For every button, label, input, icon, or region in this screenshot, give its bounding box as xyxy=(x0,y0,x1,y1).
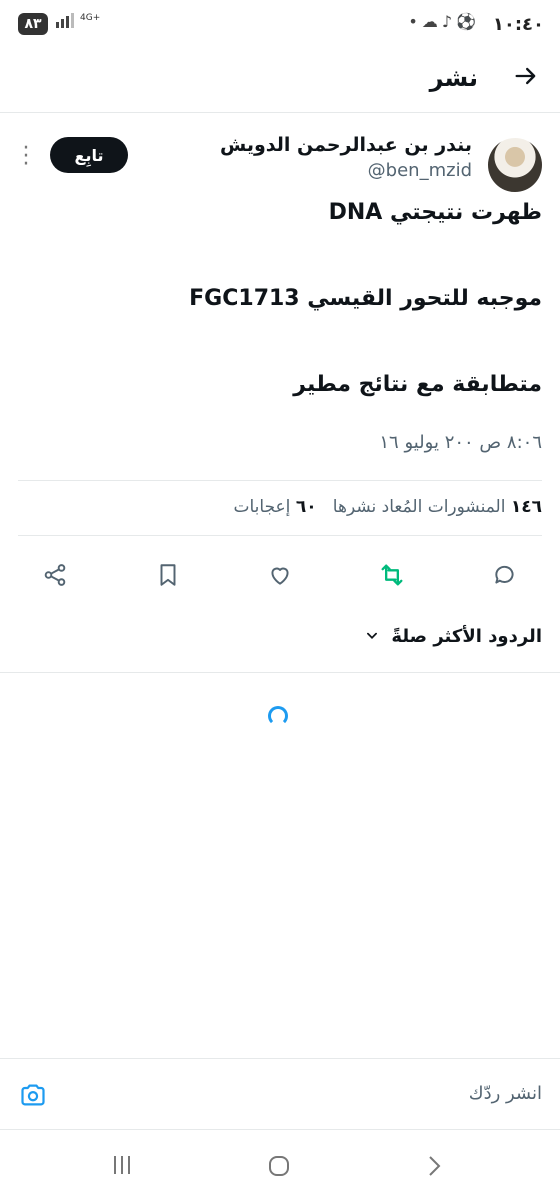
reply-icon[interactable] xyxy=(490,560,520,590)
engagement-stats: ١٤٦ المنشورات المُعاد نشرها ٦٠ إعجابات xyxy=(233,497,542,517)
recent-apps-icon[interactable] xyxy=(110,1154,134,1182)
author-name[interactable]: بندر بن عبدالرحمن الدويش xyxy=(220,134,472,156)
reposts-label: المنشورات المُعاد نشرها xyxy=(332,497,506,517)
top-app-bar: نشر xyxy=(0,50,560,113)
likes-stat[interactable]: ٦٠ إعجابات xyxy=(233,497,316,517)
arrow-right-icon[interactable] xyxy=(512,62,540,96)
back-nav-icon[interactable] xyxy=(425,1154,445,1184)
replies-sort-label: الردود الأكثر صلةً xyxy=(391,626,542,647)
chevron-down-icon xyxy=(365,627,379,648)
loading-spinner-icon xyxy=(268,706,288,726)
repost-icon[interactable] xyxy=(377,560,407,590)
cloud-icon: ☁ xyxy=(421,12,442,31)
replies-sort-dropdown[interactable]: الردود الأكثر صلةً xyxy=(365,626,542,648)
system-nav-bar xyxy=(0,1140,560,1200)
reposts-count: ١٤٦ xyxy=(510,497,542,517)
tweet-text-line: متطابقة مع نتائج مطير xyxy=(293,372,542,397)
more-options-icon[interactable]: · · · xyxy=(20,138,32,176)
follow-button[interactable]: تابِع xyxy=(50,137,128,173)
likes-label: إعجابات xyxy=(233,497,291,517)
divider xyxy=(18,480,542,481)
divider xyxy=(0,672,560,673)
author-handle[interactable]: @ben_mzid xyxy=(368,160,472,181)
tweet-text-line: موجبه للتحور القيسي FGC1713 xyxy=(189,286,542,311)
football-icon: ⚽ xyxy=(456,12,480,31)
dot-icon: • xyxy=(408,12,422,31)
tweet-timestamp[interactable]: ٨:٠٦ ص ٢٠٠ يوليو ١٦ xyxy=(379,432,542,453)
tiktok-icon: ♪ xyxy=(441,12,457,31)
clock: ١٠:٤٠ xyxy=(492,14,544,35)
notification-icons: •☁♪⚽ xyxy=(408,12,480,31)
bookmark-icon[interactable] xyxy=(153,560,183,590)
reply-input[interactable]: انشر ردّك xyxy=(469,1083,542,1104)
share-icon[interactable] xyxy=(40,560,70,590)
like-icon[interactable] xyxy=(265,560,295,590)
divider xyxy=(18,535,542,536)
page-title: نشر xyxy=(429,64,478,92)
network-type: 4G+ xyxy=(80,13,101,23)
home-icon[interactable] xyxy=(266,1154,292,1184)
avatar[interactable] xyxy=(488,138,542,192)
battery-indicator: ٨٣ xyxy=(18,13,48,35)
signal-icon xyxy=(56,12,76,32)
reply-composer[interactable]: انشر ردّك xyxy=(0,1058,560,1130)
status-bar: ٨٣ 4G+ •☁♪⚽ ١٠:٤٠ xyxy=(0,0,560,50)
camera-icon[interactable] xyxy=(18,1081,48,1113)
tweet-text-line: ظهرت نتيجتي DNA xyxy=(328,200,542,225)
likes-count: ٦٠ xyxy=(295,497,317,517)
reposts-stat[interactable]: ١٤٦ المنشورات المُعاد نشرها xyxy=(333,497,542,517)
